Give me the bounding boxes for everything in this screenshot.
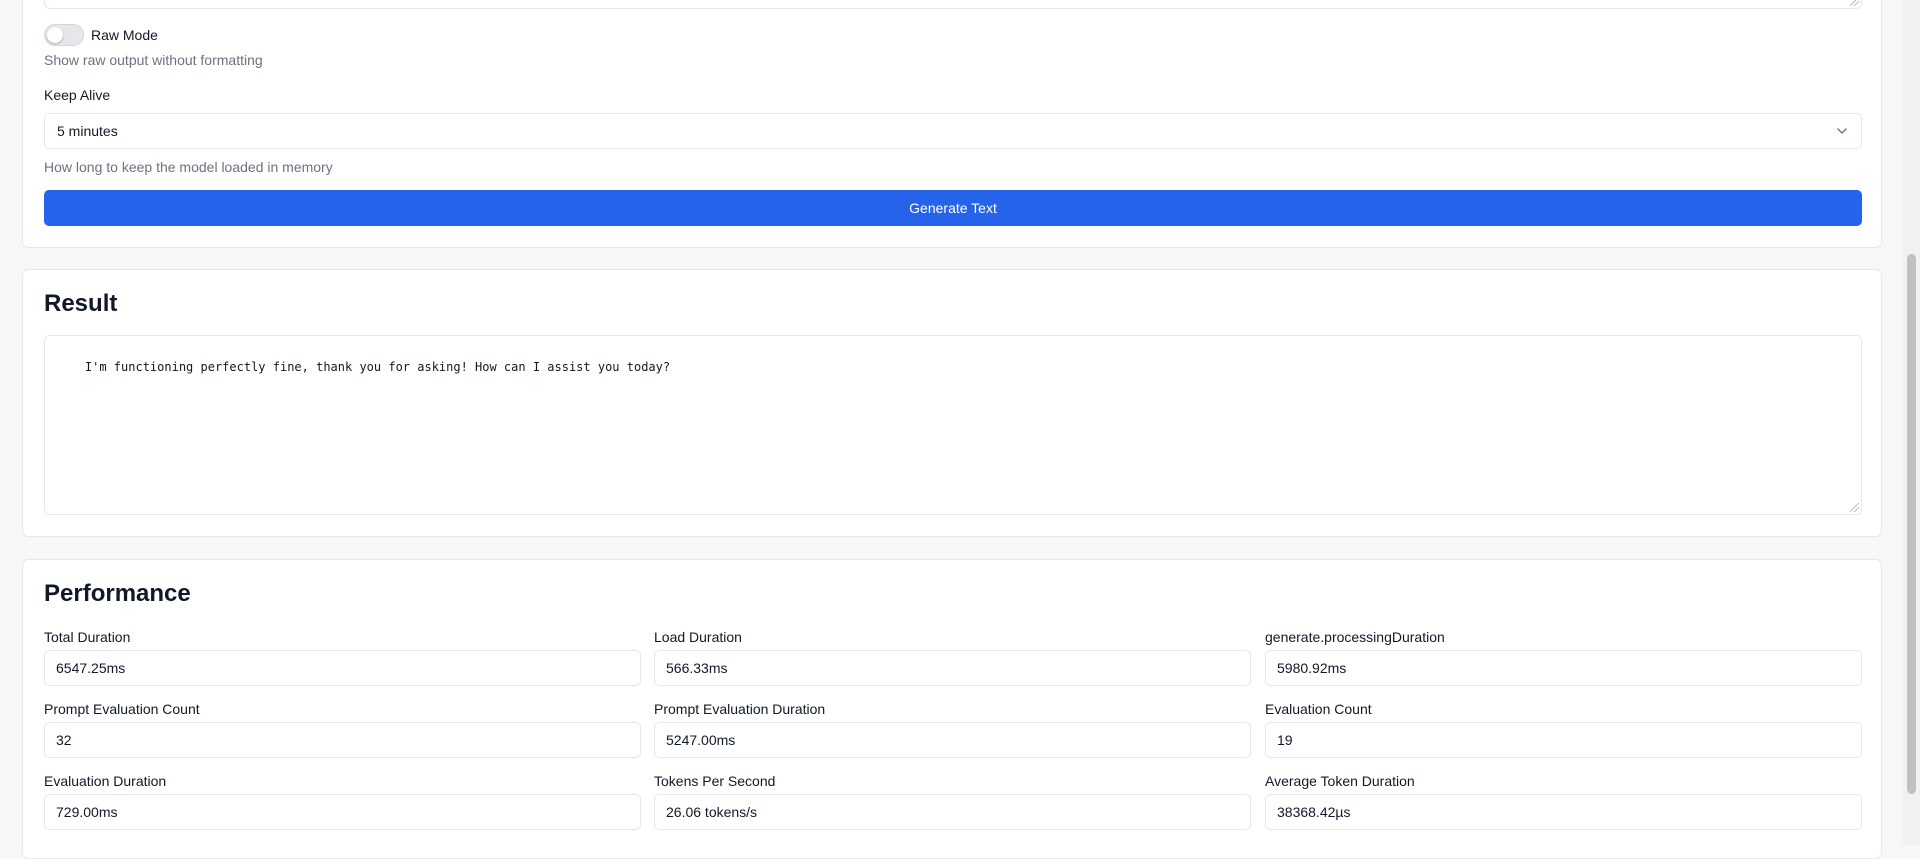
performance-card: Performance Total Duration 6547.25ms Loa… [22, 559, 1882, 859]
prompt-textarea[interactable] [44, 0, 1862, 9]
metric-value-field[interactable]: 19 [1265, 722, 1862, 758]
metric-load-duration: Load Duration 566.33ms [654, 627, 1251, 686]
keep-alive-select[interactable]: 5 minutes [44, 113, 1862, 149]
generation-settings-card: Raw Mode Show raw output without formatt… [22, 0, 1882, 248]
metric-label: Total Duration [44, 629, 131, 645]
chevron-down-icon [1837, 128, 1847, 134]
metric-label: Average Token Duration [1265, 773, 1415, 789]
metric-prompt-eval-duration: Prompt Evaluation Duration 5247.00ms [654, 699, 1251, 758]
metric-value-field[interactable]: 5247.00ms [654, 722, 1251, 758]
result-textarea[interactable]: I'm functioning perfectly fine, thank yo… [44, 335, 1862, 515]
raw-mode-label: Raw Mode [91, 27, 158, 43]
metric-total-duration: Total Duration 6547.25ms [44, 627, 641, 686]
generate-text-button[interactable]: Generate Text [44, 190, 1862, 226]
metric-prompt-eval-count: Prompt Evaluation Count 32 [44, 699, 641, 758]
metric-label: Evaluation Count [1265, 701, 1372, 717]
metric-value-field[interactable]: 26.06 tokens/s [654, 794, 1251, 830]
metric-label: Evaluation Duration [44, 773, 167, 789]
result-text: I'm functioning perfectly fine, thank yo… [84, 360, 671, 374]
resize-grip-icon[interactable] [1850, 0, 1859, 6]
page-scrollbar[interactable] [1903, 0, 1920, 845]
result-title: Result [44, 290, 118, 317]
metric-tokens-per-second: Tokens Per Second 26.06 tokens/s [654, 771, 1251, 830]
scrollbar-thumb[interactable] [1907, 254, 1916, 794]
metric-label: Load Duration [654, 629, 742, 645]
metric-label: Prompt Evaluation Count [44, 701, 200, 717]
raw-mode-toggle[interactable] [44, 24, 84, 46]
resize-grip-icon[interactable] [1850, 503, 1859, 512]
metric-value-field[interactable]: 6547.25ms [44, 650, 641, 686]
keep-alive-help-text: How long to keep the model loaded in mem… [44, 159, 333, 175]
metric-eval-count: Evaluation Count 19 [1265, 699, 1862, 758]
keep-alive-label: Keep Alive [44, 87, 111, 103]
result-card: Result I'm functioning perfectly fine, t… [22, 269, 1882, 537]
raw-mode-row: Raw Mode [44, 24, 158, 46]
metric-processing-duration: generate.processingDuration 5980.92ms [1265, 627, 1862, 686]
performance-title: Performance [44, 580, 191, 607]
metric-label: Tokens Per Second [654, 773, 776, 789]
metric-avg-token-duration: Average Token Duration 38368.42µs [1265, 771, 1862, 830]
metric-label: Prompt Evaluation Duration [654, 701, 826, 717]
metric-value-field[interactable]: 729.00ms [44, 794, 641, 830]
metric-value-field[interactable]: 566.33ms [654, 650, 1251, 686]
toggle-knob [47, 27, 63, 43]
raw-mode-help-text: Show raw output without formatting [44, 52, 263, 68]
metric-value-field[interactable]: 38368.42µs [1265, 794, 1862, 830]
metric-label: generate.processingDuration [1265, 629, 1445, 645]
metric-value-field[interactable]: 32 [44, 722, 641, 758]
metric-value-field[interactable]: 5980.92ms [1265, 650, 1862, 686]
keep-alive-selected-value: 5 minutes [57, 123, 118, 139]
metric-eval-duration: Evaluation Duration 729.00ms [44, 771, 641, 830]
